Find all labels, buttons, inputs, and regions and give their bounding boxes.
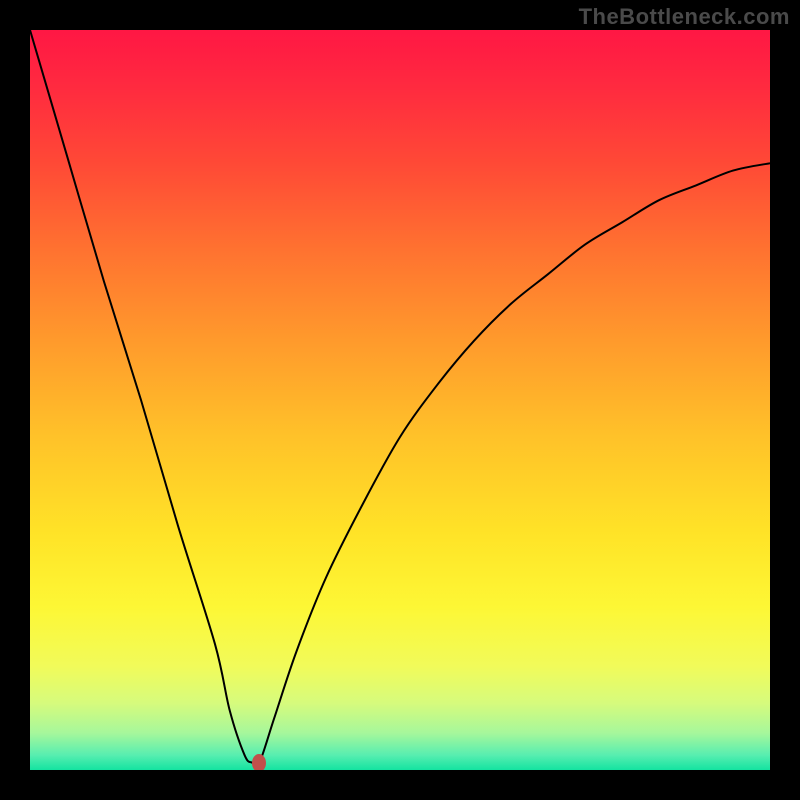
optimal-point-marker	[252, 754, 266, 770]
watermark-text: TheBottleneck.com	[579, 4, 790, 30]
plot-area	[30, 30, 770, 770]
bottleneck-curve	[30, 30, 770, 770]
chart-frame: TheBottleneck.com	[0, 0, 800, 800]
